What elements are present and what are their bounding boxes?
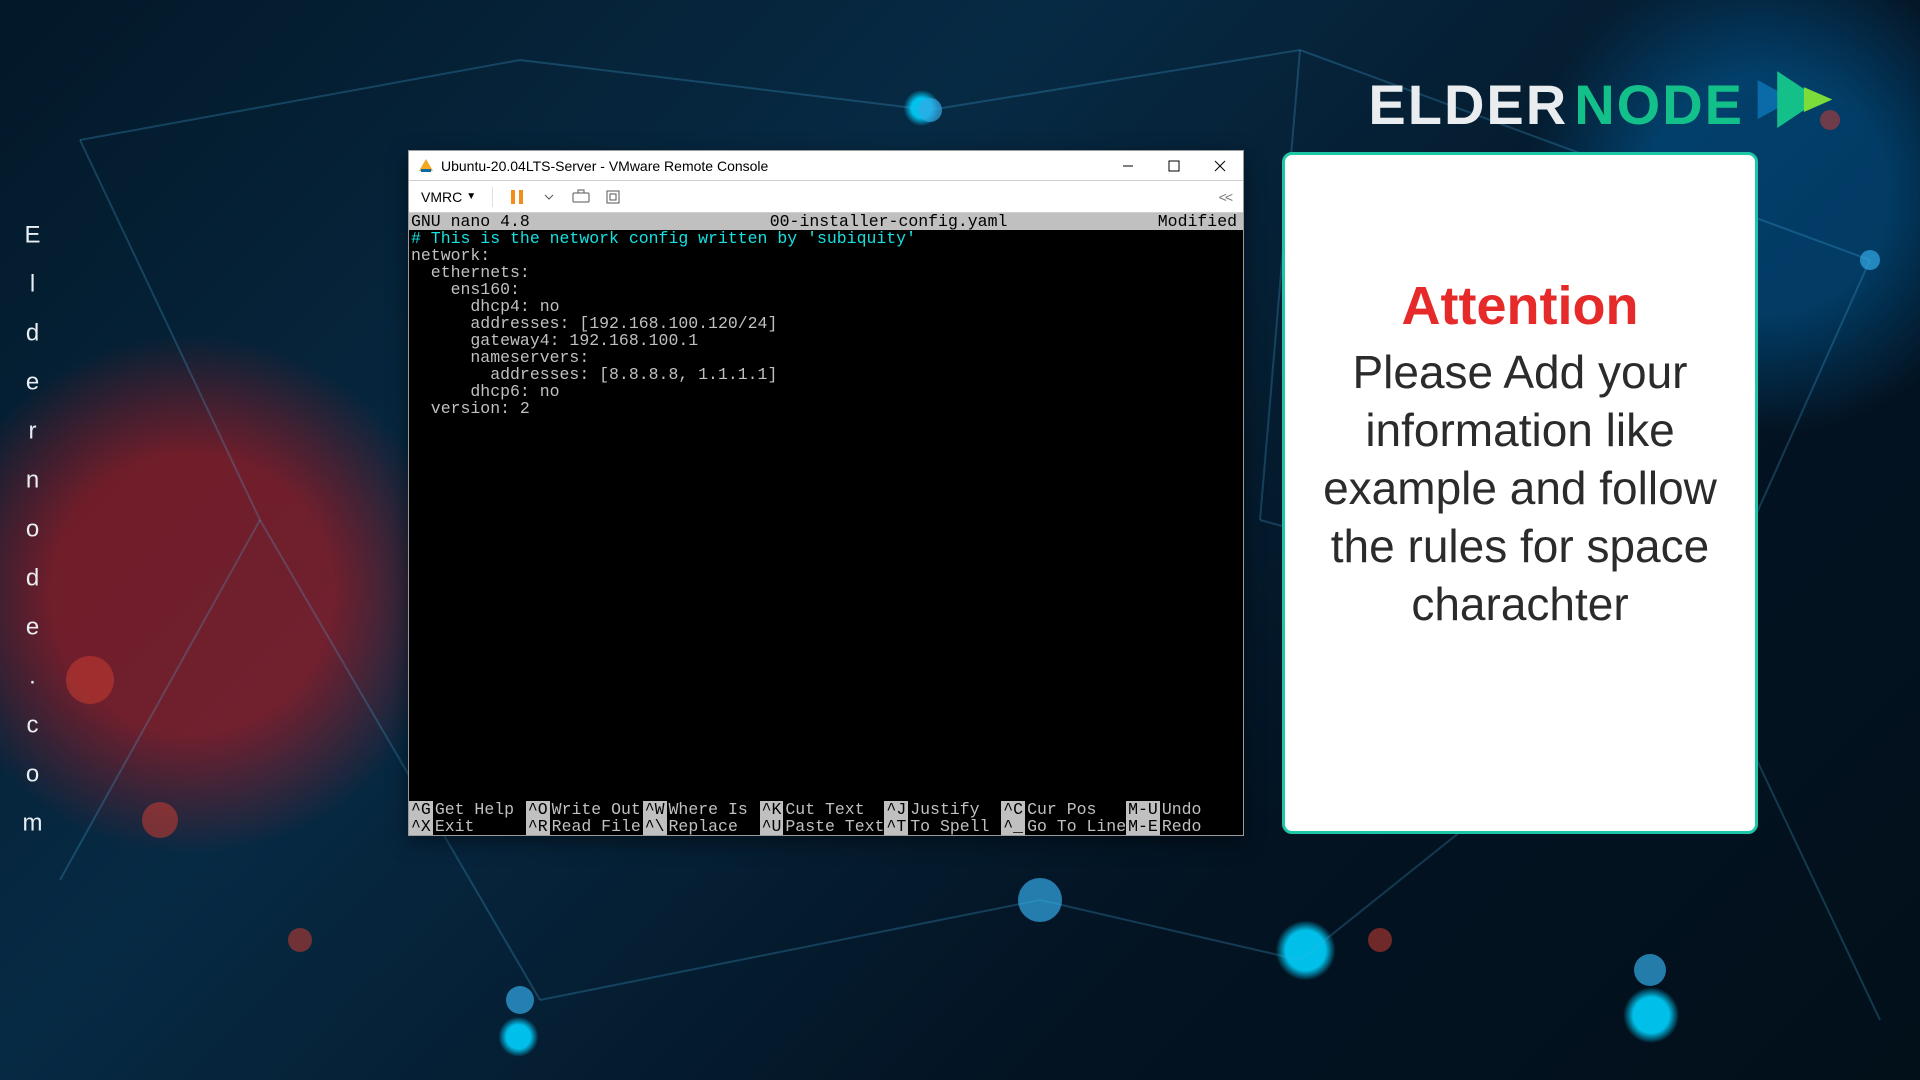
maximize-icon bbox=[1168, 160, 1180, 172]
minimize-button[interactable] bbox=[1105, 151, 1151, 181]
nano-app-name: GNU nano 4.8 bbox=[409, 213, 684, 230]
close-icon bbox=[1214, 160, 1226, 172]
window-titlebar[interactable]: Ubuntu-20.04LTS-Server - VMware Remote C… bbox=[409, 151, 1243, 181]
hotkey-paste-text: ^UPaste Text bbox=[760, 818, 885, 835]
hotkey-redo: M-ERedo bbox=[1126, 818, 1243, 835]
send-ctrl-alt-del-icon bbox=[572, 189, 590, 205]
hotkey-justify: ^JJustify bbox=[884, 801, 1001, 818]
toolbar-separator bbox=[492, 187, 493, 207]
hotkey-undo: M-UUndo bbox=[1126, 801, 1243, 818]
nano-modified: Modified bbox=[1093, 213, 1243, 230]
fullscreen-icon bbox=[605, 189, 621, 205]
hotkey-write-out: ^OWrite Out bbox=[526, 801, 643, 818]
hotkey-go-to-line: ^_Go To Line bbox=[1001, 818, 1126, 835]
vmrc-menu-label: VMRC bbox=[421, 189, 462, 205]
terminal[interactable]: GNU nano 4.8 00-installer-config.yaml Mo… bbox=[409, 213, 1243, 835]
editor-content[interactable]: # This is the network config written by … bbox=[409, 230, 1243, 417]
collapse-toolbar-button[interactable]: << bbox=[1219, 189, 1235, 205]
vmrc-toolbar: VMRC ▼ << bbox=[409, 181, 1243, 213]
send-cad-button[interactable] bbox=[569, 185, 593, 209]
pause-button[interactable] bbox=[505, 185, 529, 209]
window-title: Ubuntu-20.04LTS-Server - VMware Remote C… bbox=[441, 158, 1105, 174]
hotkey-cur-pos: ^CCur Pos bbox=[1001, 801, 1126, 818]
minimize-icon bbox=[1122, 160, 1134, 172]
brand-word-node: NODE bbox=[1574, 72, 1744, 137]
power-menu-button[interactable] bbox=[537, 185, 561, 209]
app-icon bbox=[417, 157, 435, 175]
hotkey-where-is: ^WWhere Is bbox=[643, 801, 760, 818]
nano-filename: 00-installer-config.yaml bbox=[684, 213, 1093, 230]
hotkey-get-help: ^GGet Help bbox=[409, 801, 526, 818]
brand-word-elder: ELDER bbox=[1368, 72, 1568, 137]
hotkey-to-spell: ^TTo Spell bbox=[884, 818, 1001, 835]
brand-logo: ELDERNODE bbox=[1368, 64, 1840, 144]
fullscreen-button[interactable] bbox=[601, 185, 625, 209]
hotkey-replace: ^\Replace bbox=[643, 818, 760, 835]
pause-icon bbox=[509, 189, 525, 205]
stage: Eldernode.com ELDERNODE Ubuntu-20.04LTS-… bbox=[0, 0, 1920, 1080]
close-button[interactable] bbox=[1197, 151, 1243, 181]
site-url-vertical: Eldernode.com bbox=[18, 222, 46, 859]
brand-arrows-icon bbox=[1750, 64, 1840, 144]
chevron-down-icon bbox=[544, 192, 554, 202]
hotkey-read-file: ^RRead File bbox=[526, 818, 643, 835]
attention-card: Attention Please Add your information li… bbox=[1282, 152, 1758, 834]
dropdown-caret-icon: ▼ bbox=[466, 191, 476, 202]
editor-line: version: 2 bbox=[411, 399, 530, 418]
maximize-button[interactable] bbox=[1151, 151, 1197, 181]
attention-body: Please Add your information like example… bbox=[1317, 343, 1723, 633]
nano-status-bar: GNU nano 4.8 00-installer-config.yaml Mo… bbox=[409, 213, 1243, 230]
hotkey-cut-text: ^KCut Text bbox=[760, 801, 885, 818]
attention-title: Attention bbox=[1402, 275, 1639, 337]
vmrc-menu[interactable]: VMRC ▼ bbox=[417, 187, 480, 207]
hotkey-exit: ^XExit bbox=[409, 818, 526, 835]
nano-hotkeys: ^GGet Help ^OWrite Out ^WWhere Is ^KCut … bbox=[409, 801, 1243, 835]
vmware-window: Ubuntu-20.04LTS-Server - VMware Remote C… bbox=[408, 150, 1244, 836]
